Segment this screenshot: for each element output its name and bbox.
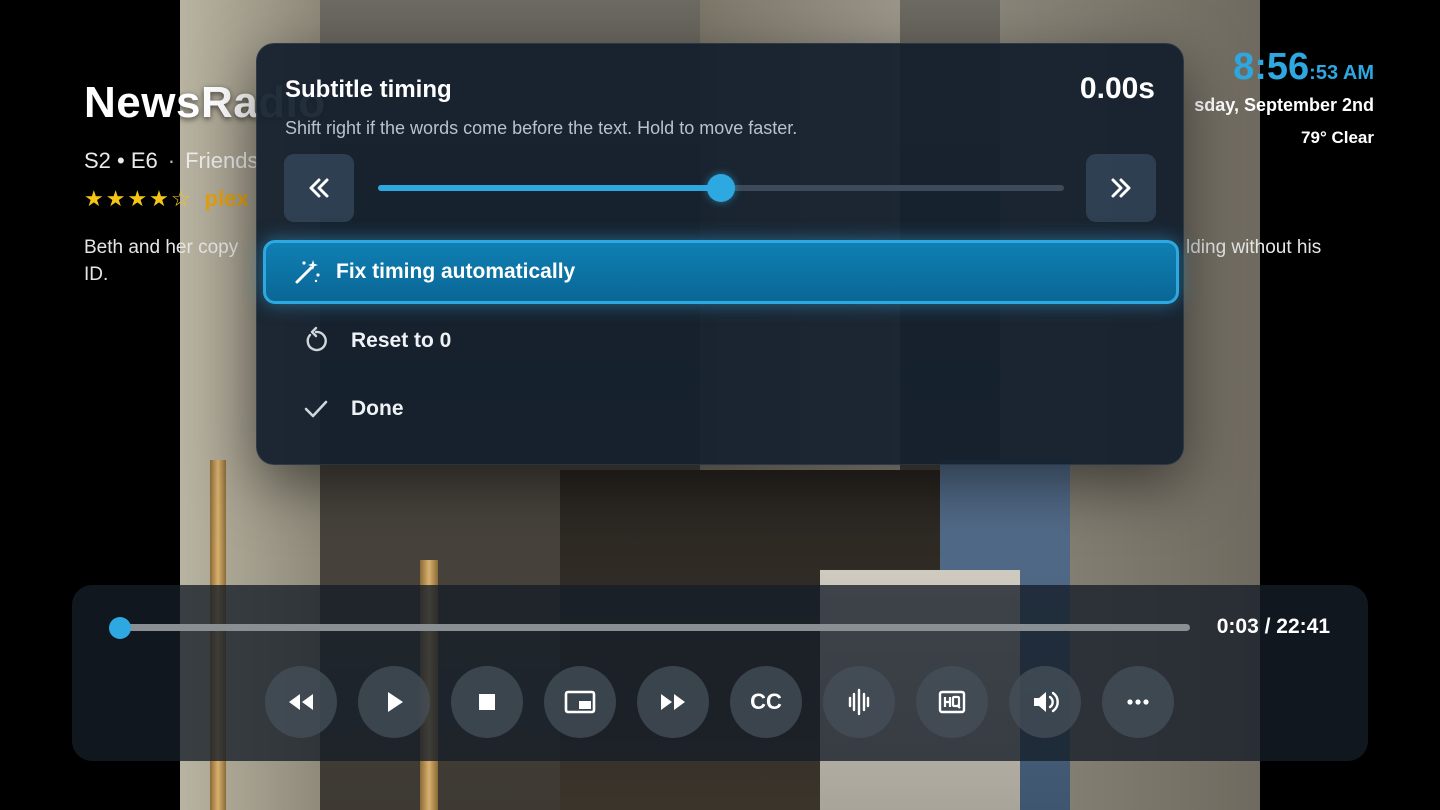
subtitle-offset: 0.00s (1079, 72, 1155, 105)
volume-button[interactable] (1009, 666, 1081, 738)
more-icon (1127, 699, 1149, 705)
fast-forward-button[interactable] (637, 666, 709, 738)
fix-timing-button[interactable]: Fix timing automatically (263, 240, 1179, 304)
seek-knob[interactable] (109, 617, 132, 639)
player-screen: NewsRadio S2 • E6 · Friends ★★★★☆ plex B… (0, 0, 1440, 810)
subtitles-button[interactable]: CC (730, 666, 802, 738)
clock-date: sday, September 2nd (1194, 95, 1374, 115)
slider-fill (378, 185, 721, 191)
stop-icon (479, 694, 495, 710)
clock-time: 8:56 (1233, 46, 1310, 88)
rewind-button[interactable] (265, 666, 337, 738)
play-button[interactable] (358, 666, 430, 738)
subtitle-timing-dialog: Subtitle timing 0.00s Shift right if the… (256, 43, 1184, 465)
season-episode: S2 • E6 (84, 148, 158, 173)
episode-title: Friends (185, 148, 259, 173)
magic-wand-icon (295, 260, 320, 284)
reset-label: Reset to 0 (351, 329, 452, 352)
more-button[interactable] (1102, 666, 1174, 738)
audio-waveform-icon (848, 688, 870, 716)
cc-label: CC (750, 689, 782, 714)
slider-knob[interactable] (707, 174, 735, 202)
stop-button[interactable] (451, 666, 523, 738)
fix-timing-label: Fix timing automatically (336, 260, 576, 283)
fast-forward-icon (661, 694, 685, 710)
dialog-title: Subtitle timing (285, 76, 452, 103)
star-rating: ★★★★☆ (84, 186, 193, 211)
volume-icon (1034, 691, 1059, 713)
plex-logo: plex (204, 186, 249, 211)
playback-time: 0:03 / 22:41 (1216, 615, 1330, 638)
shift-left-button[interactable] (284, 154, 354, 222)
picture-in-picture-icon (564, 690, 596, 714)
done-label: Done (351, 397, 404, 420)
quality-button[interactable] (916, 666, 988, 738)
dialog-hint: Shift right if the words come before the… (285, 118, 798, 138)
clock-widget: 8:56:53 AM sday, September 2nd 79° Clear (1194, 46, 1374, 148)
reset-icon (306, 326, 327, 352)
seek-bar[interactable] (109, 617, 1190, 639)
player-controls: 0:03 / 22:41 CC (72, 585, 1368, 761)
synopsis-line-1: Beth and her copy (84, 237, 239, 258)
reset-button[interactable]: Reset to 0 (301, 326, 451, 356)
synopsis-line-1-end: lding without his (1186, 237, 1322, 258)
rewind-icon (289, 694, 313, 710)
weather: 79° Clear (1301, 128, 1374, 147)
clock-seconds: :53 AM (1309, 62, 1374, 84)
timing-slider[interactable] (378, 174, 1064, 202)
check-icon (304, 400, 328, 418)
picture-in-picture-button[interactable] (544, 666, 616, 738)
audio-track-button[interactable] (823, 666, 895, 738)
synopsis-line-2: ID. (84, 264, 109, 285)
done-button[interactable]: Done (301, 394, 404, 424)
double-chevron-left-icon (309, 178, 329, 198)
play-icon (388, 692, 403, 712)
double-chevron-right-icon (1111, 178, 1131, 198)
control-buttons: CC (265, 666, 1174, 738)
shift-right-button[interactable] (1086, 154, 1156, 222)
hq-icon (938, 690, 966, 714)
separator: · (167, 148, 176, 173)
